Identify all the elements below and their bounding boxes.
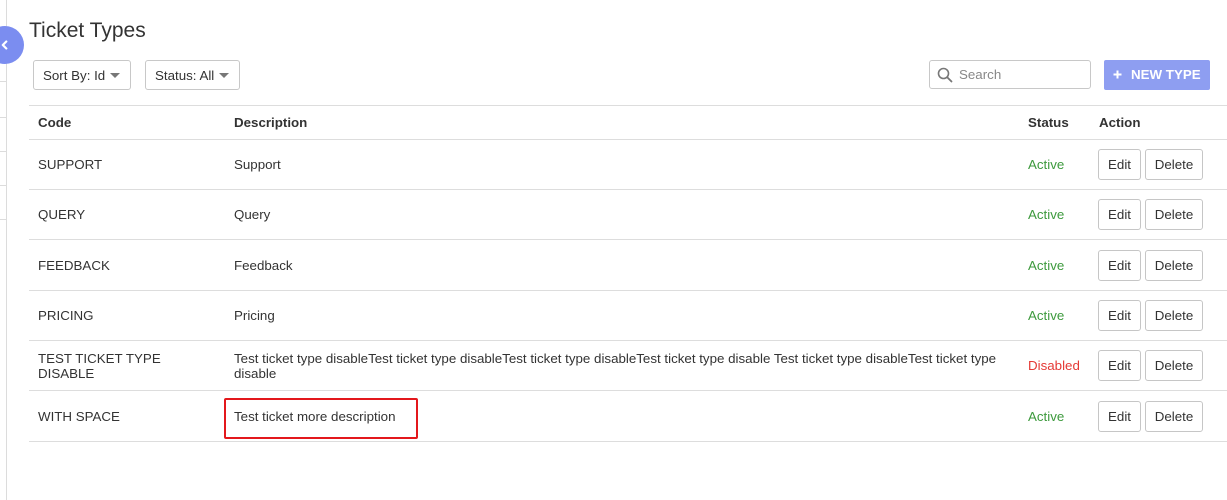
- column-header-status: Status: [1019, 106, 1090, 139]
- delete-button[interactable]: Delete: [1145, 149, 1203, 180]
- description-cell: Test ticket more description: [224, 391, 1019, 441]
- column-header-label: Action: [1099, 115, 1141, 130]
- action-cell: Edit Delete: [1090, 391, 1227, 441]
- table-row: QUERY Query Active Edit Delete: [29, 190, 1227, 240]
- description-text: Support: [234, 157, 281, 172]
- sidebar-divider: [0, 81, 6, 82]
- delete-button[interactable]: Delete: [1145, 199, 1203, 230]
- description-text: Test ticket more description: [234, 408, 396, 424]
- status-cell: Active: [1019, 391, 1090, 441]
- delete-button[interactable]: Delete: [1145, 249, 1203, 281]
- table-row: SUPPORT Support Active Edit Delete: [29, 140, 1227, 190]
- status-cell: Disabled: [1019, 341, 1090, 390]
- sort-by-label: Sort By: Id: [43, 67, 106, 83]
- status-text: Active: [1028, 207, 1065, 222]
- search-input[interactable]: [958, 61, 1084, 88]
- code-cell: SUPPORT: [29, 140, 225, 189]
- code-text: WITH SPACE: [38, 408, 120, 424]
- status-text: Disabled: [1028, 358, 1080, 373]
- delete-button[interactable]: Delete: [1145, 350, 1203, 381]
- action-cell: Edit Delete: [1090, 341, 1227, 390]
- column-header-label: Status: [1028, 115, 1069, 130]
- status-text: Active: [1028, 308, 1065, 323]
- status-text: Active: [1028, 408, 1065, 424]
- table-row: FEEDBACK Feedback Active Edit Delete: [29, 240, 1227, 291]
- status-text: Active: [1028, 257, 1065, 273]
- edit-button[interactable]: Edit: [1098, 400, 1141, 432]
- code-text: PRICING: [38, 308, 94, 323]
- sidebar-divider: [0, 151, 6, 152]
- search-box[interactable]: [929, 60, 1091, 89]
- caret-down-icon: [110, 73, 120, 78]
- edit-button[interactable]: Edit: [1098, 350, 1141, 381]
- plus-icon: [1113, 70, 1122, 79]
- column-header-action: Action: [1090, 106, 1227, 139]
- code-cell: WITH SPACE: [29, 391, 225, 441]
- sidebar-divider: [0, 185, 6, 186]
- code-text: TEST TICKET TYPE DISABLE: [38, 350, 161, 381]
- search-icon: [937, 67, 953, 83]
- description-cell: Query: [225, 190, 1019, 239]
- column-header-code: Code: [29, 106, 225, 139]
- edit-button[interactable]: Edit: [1098, 199, 1141, 230]
- column-header-label: Description: [234, 115, 308, 130]
- status-cell: Active: [1019, 190, 1090, 239]
- action-cell: Edit Delete: [1090, 240, 1227, 290]
- description-text: Query: [234, 207, 271, 222]
- status-cell: Active: [1019, 140, 1090, 189]
- sidebar-toggle-button[interactable]: [0, 26, 24, 64]
- page-title: Ticket Types: [29, 19, 146, 42]
- status-cell: Active: [1019, 240, 1090, 290]
- edit-button[interactable]: Edit: [1098, 300, 1141, 331]
- table-row: TEST TICKET TYPE DISABLE Test ticket typ…: [29, 341, 1227, 391]
- description-text: Pricing: [234, 308, 275, 323]
- code-text: FEEDBACK: [38, 257, 110, 273]
- caret-down-icon: [219, 73, 229, 78]
- description-cell: Support: [225, 140, 1019, 189]
- code-cell: PRICING: [29, 291, 225, 340]
- new-type-label: NEW TYPE: [1131, 67, 1201, 82]
- new-type-button[interactable]: NEW TYPE: [1104, 60, 1210, 90]
- code-text: QUERY: [38, 207, 86, 222]
- delete-button[interactable]: Delete: [1145, 400, 1203, 432]
- sort-by-dropdown[interactable]: Sort By: Id: [33, 60, 131, 90]
- action-cell: Edit Delete: [1090, 190, 1227, 239]
- action-cell: Edit Delete: [1090, 140, 1227, 189]
- status-text: Active: [1028, 157, 1065, 172]
- edit-button[interactable]: Edit: [1098, 149, 1141, 180]
- column-header-label: Code: [38, 115, 72, 130]
- status-filter-label: Status: All: [155, 67, 215, 83]
- description-cell: Pricing: [225, 291, 1019, 340]
- code-cell: TEST TICKET TYPE DISABLE: [29, 341, 225, 390]
- code-text: SUPPORT: [38, 157, 103, 172]
- status-filter-dropdown[interactable]: Status: All: [145, 60, 240, 90]
- delete-button[interactable]: Delete: [1145, 300, 1203, 331]
- ticket-types-table: Code Description Status Action SUPPORT S…: [29, 105, 1227, 442]
- table-row: WITH SPACE Test ticket more description …: [29, 391, 1227, 442]
- status-cell: Active: [1019, 291, 1090, 340]
- sidebar-divider: [0, 117, 6, 118]
- column-header-description: Description: [225, 106, 1019, 139]
- table-header-row: Code Description Status Action: [29, 106, 1227, 140]
- sidebar-divider: [0, 219, 6, 220]
- description-text: Test ticket type disableTest ticket type…: [234, 350, 997, 381]
- sidebar-border: [6, 0, 7, 500]
- code-cell: FEEDBACK: [29, 240, 225, 290]
- code-cell: QUERY: [29, 190, 225, 239]
- edit-button[interactable]: Edit: [1098, 249, 1141, 281]
- table-row: PRICING Pricing Active Edit Delete: [29, 291, 1227, 341]
- description-text: Feedback: [234, 257, 293, 273]
- description-cell: Test ticket type disableTest ticket type…: [225, 341, 1019, 390]
- chevron-left-icon: [1, 40, 8, 50]
- description-cell: Feedback: [225, 240, 1019, 290]
- action-cell: Edit Delete: [1090, 291, 1227, 340]
